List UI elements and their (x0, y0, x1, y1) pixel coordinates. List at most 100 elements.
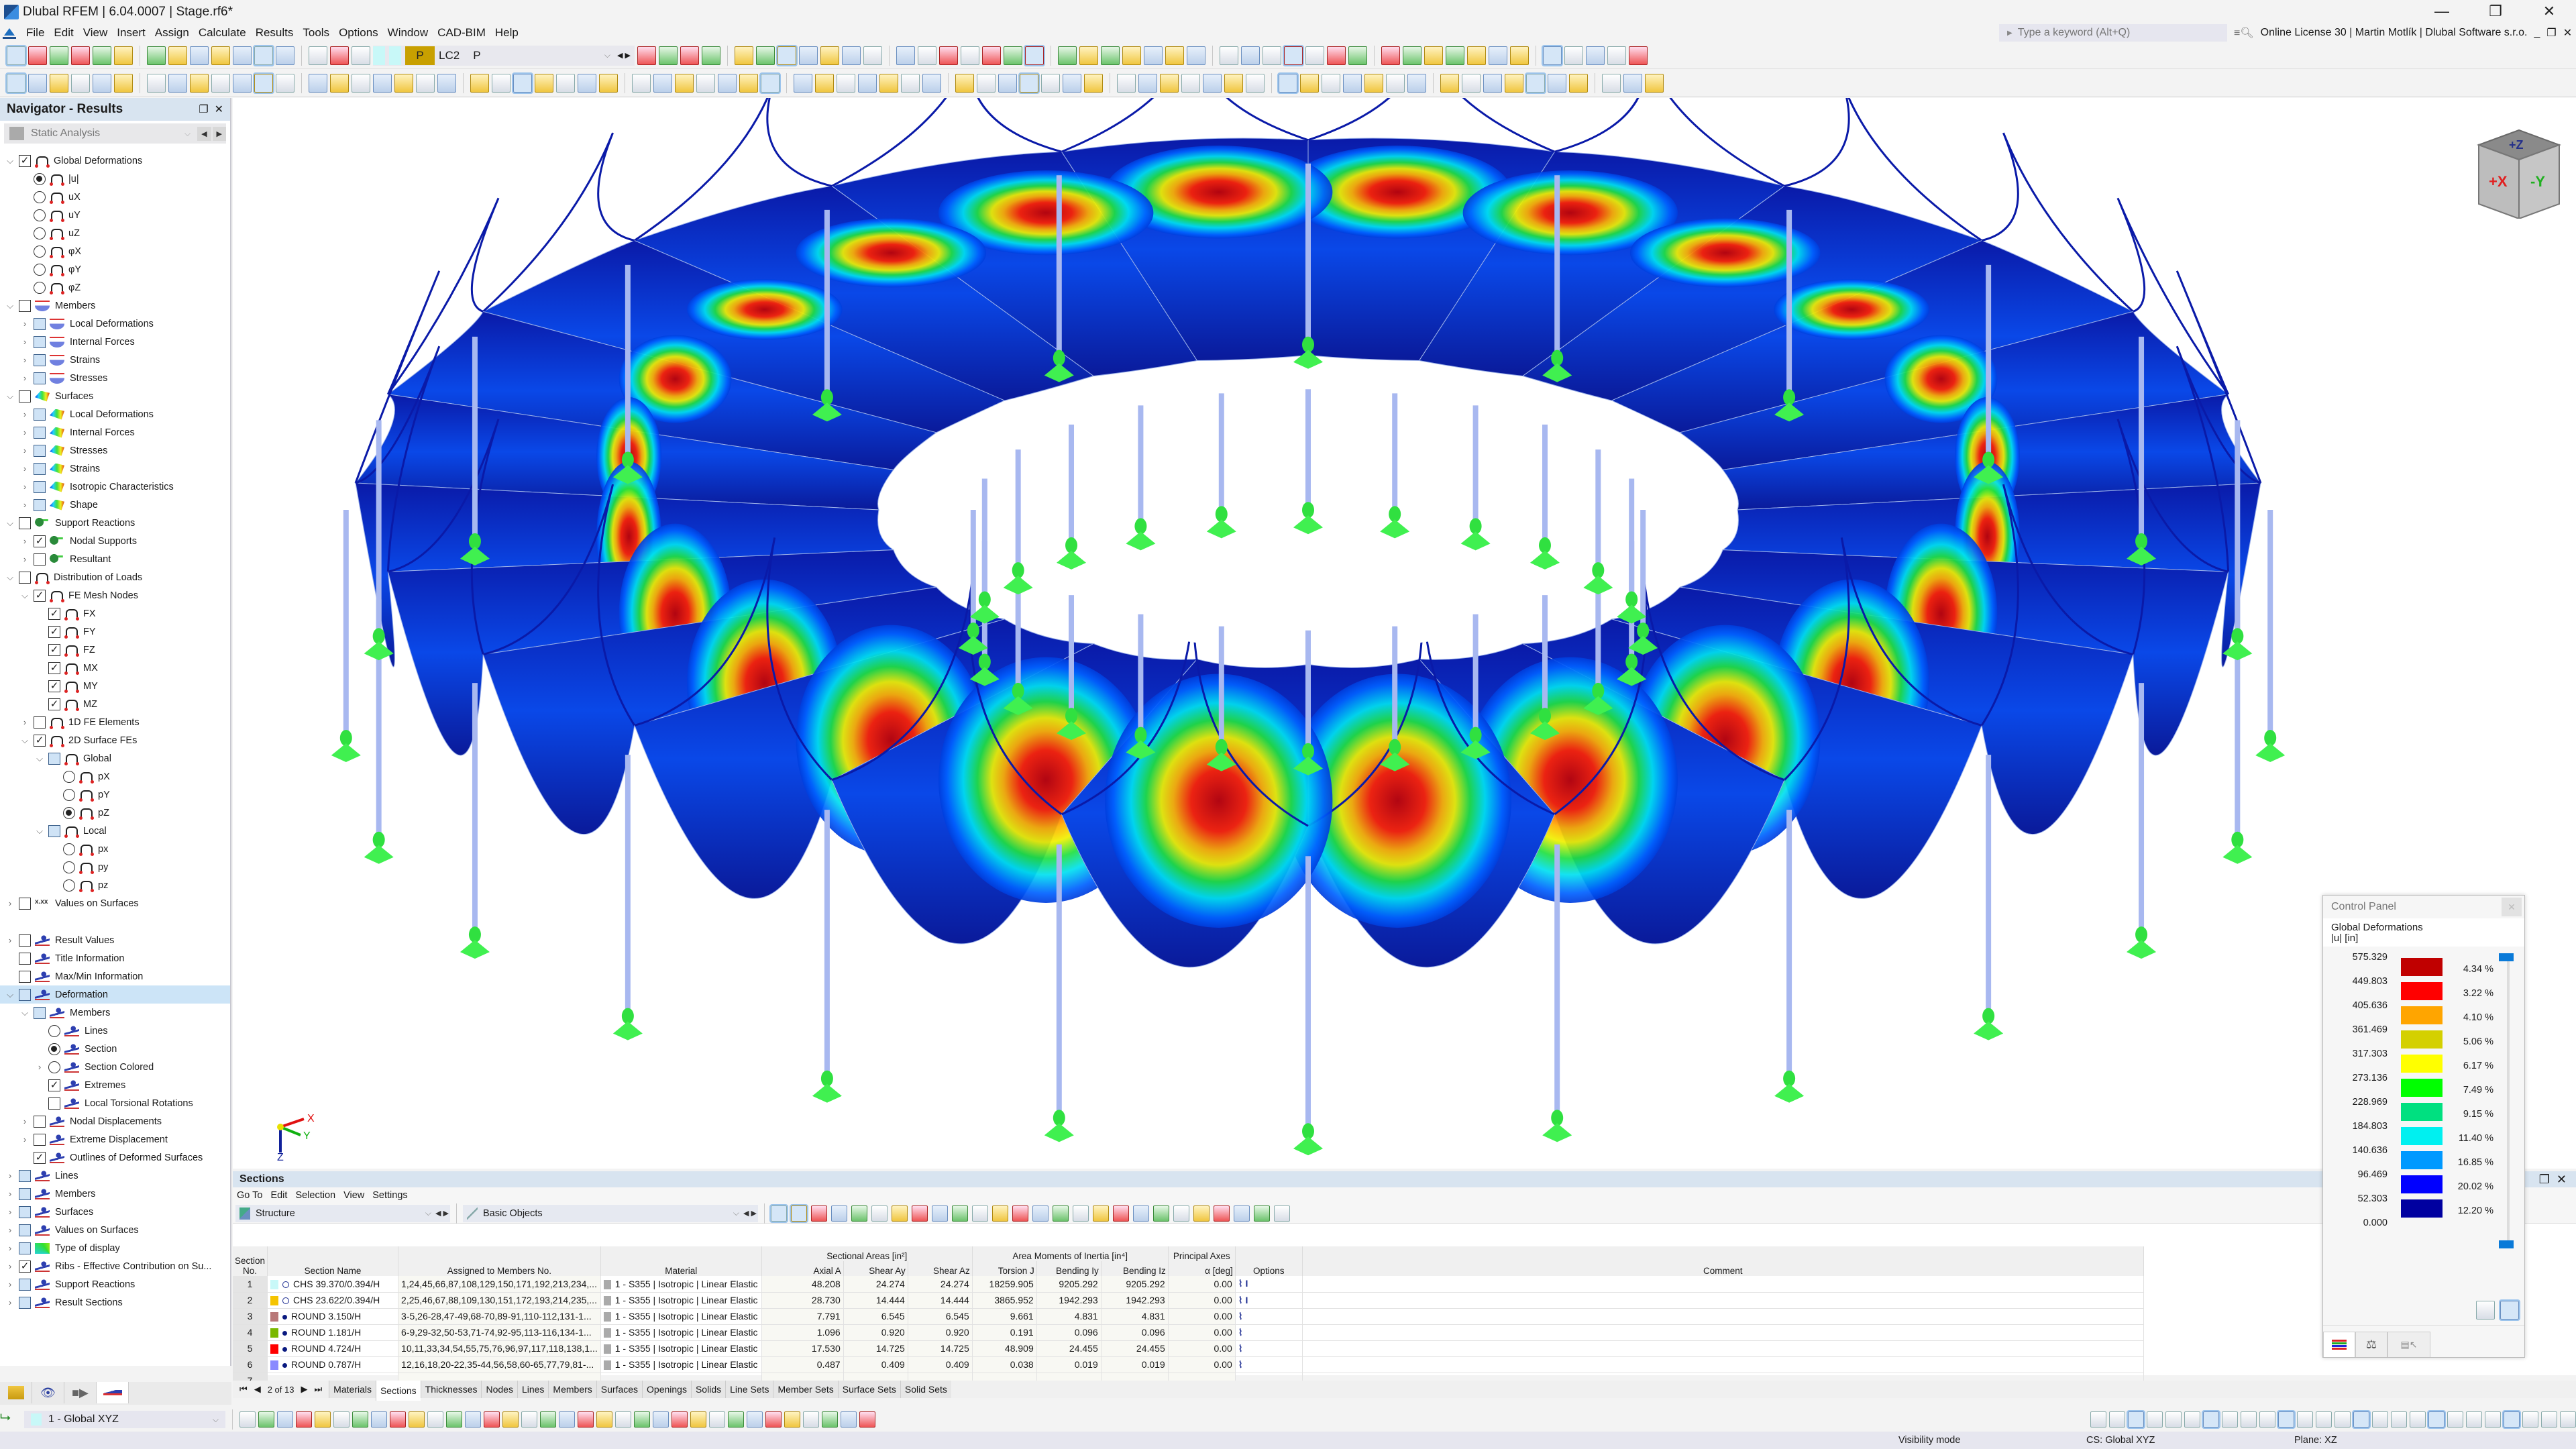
tree-item-lines[interactable]: Lines (0, 1022, 230, 1040)
toolbar-button-icon[interactable] (28, 46, 47, 65)
toolbar-button-icon[interactable] (1322, 73, 1340, 93)
tree-item-section-colored[interactable]: › Section Colored (0, 1058, 230, 1076)
cs-status[interactable]: CS: Global XYZ (2086, 1435, 2155, 1446)
tree-item-my[interactable]: ✓ MY (0, 677, 230, 695)
prev-analysis-button[interactable]: ◀ (197, 126, 211, 141)
tree-item-py[interactable]: py (0, 858, 230, 876)
toolbar-button-icon[interactable] (512, 72, 533, 94)
bottom-tool-icon[interactable] (634, 1411, 650, 1428)
checkbox[interactable] (19, 1224, 31, 1236)
sections-menu-settings[interactable]: Settings (368, 1190, 411, 1201)
first-page-button[interactable]: ⏮ (239, 1384, 248, 1395)
chevron-right-icon[interactable]: › (5, 1189, 15, 1199)
table-tool-icon[interactable] (952, 1205, 968, 1222)
table-tool-icon[interactable] (912, 1205, 928, 1222)
col-section-name[interactable]: Section Name (267, 1246, 399, 1276)
toolbar-button-icon[interactable] (1407, 73, 1426, 93)
close-button[interactable]: ✕ (2522, 0, 2576, 24)
table-tool-icon[interactable] (1093, 1205, 1109, 1222)
checkbox[interactable] (19, 1242, 31, 1254)
toolbar-button-icon[interactable] (1623, 73, 1642, 93)
snap-tool-icon[interactable] (2541, 1411, 2557, 1428)
snap-tool-icon[interactable] (2297, 1411, 2313, 1428)
3d-viewport[interactable]: X Y Z +Z +X -Y (233, 98, 2576, 1169)
cell-material[interactable]: 1 - S355 | Isotropic | Linear Elastic (600, 1276, 762, 1293)
radio-button[interactable] (34, 281, 46, 294)
bottom-tool-icon[interactable] (315, 1411, 331, 1428)
tree-item-members[interactable]: › Members (0, 1185, 230, 1203)
toolbar-button-icon[interactable] (114, 73, 133, 93)
toolbar-button-icon[interactable] (1063, 73, 1081, 93)
table-tool-icon[interactable] (1214, 1205, 1230, 1222)
checkbox[interactable] (34, 444, 46, 457)
col-comment[interactable]: Comment (1302, 1246, 2144, 1276)
cell-assigned-members[interactable]: 6-9,29-32,50-53,71-74,92-95,113-116,134-… (398, 1324, 601, 1341)
cell-options-icons[interactable]: ⌇ (1235, 1356, 1303, 1373)
table-row[interactable]: 1 CHS 39.370/0.394/H 1,24,45,66,87,108,129… (233, 1276, 2144, 1293)
tree-item-global[interactable]: ⌵ Global (0, 749, 230, 767)
toolbar-button-icon[interactable] (842, 46, 861, 65)
toolbar-button-icon[interactable] (1138, 73, 1157, 93)
checkbox[interactable] (34, 716, 46, 729)
last-page-button[interactable]: ⏭ (314, 1384, 322, 1395)
bottom-tool-icon[interactable] (390, 1411, 406, 1428)
toolbar-button-icon[interactable] (147, 73, 166, 93)
toolbar-button-icon[interactable] (114, 46, 133, 65)
filter1-nav-buttons[interactable]: ◀ ▶ (435, 1209, 449, 1218)
toolbar-button-icon[interactable] (858, 73, 877, 93)
toolbar-button-icon[interactable] (1525, 72, 1546, 94)
tab-openings[interactable]: Openings (642, 1381, 691, 1398)
bottom-tool-icon[interactable] (784, 1411, 800, 1428)
bottom-tool-icon[interactable] (672, 1411, 688, 1428)
checkbox[interactable]: ✓ (48, 680, 60, 692)
tree-item-mx[interactable]: ✓ MX (0, 659, 230, 677)
toolbar-button-icon[interactable] (93, 73, 111, 93)
col-axial-a[interactable]: Axial A (761, 1261, 844, 1276)
tree-item-extreme-displacement[interactable]: › Extreme Displacement (0, 1130, 230, 1148)
cell-section-name[interactable]: CHS 39.370/0.394/H (267, 1276, 399, 1293)
visibility-mode-status[interactable]: Visibility mode (1898, 1435, 1960, 1446)
bottom-tool-icon[interactable] (709, 1411, 725, 1428)
legend-max-handle[interactable] (2499, 953, 2514, 961)
chevron-down-icon[interactable]: ⌵ (35, 753, 44, 764)
toolbar-button-icon[interactable] (1327, 46, 1346, 65)
bottom-tool-icon[interactable] (277, 1411, 293, 1428)
bottom-tool-icon[interactable] (841, 1411, 857, 1428)
tree-item-values-on-surfaces[interactable]: › Values on Surfaces (0, 1221, 230, 1239)
chevron-right-icon[interactable]: › (20, 427, 30, 437)
checkbox[interactable] (34, 498, 46, 511)
chevron-down-icon[interactable]: ⌵ (20, 590, 30, 601)
cell-options-icons[interactable]: ⌇ (1235, 1308, 1303, 1325)
sections-menu-go-to[interactable]: Go To (233, 1190, 266, 1201)
toolbar-button-icon[interactable] (71, 73, 90, 93)
tab-lines[interactable]: Lines (517, 1381, 549, 1398)
radio-button[interactable] (34, 172, 46, 185)
tree-item-px[interactable]: pX (0, 767, 230, 786)
bottom-tool-icon[interactable] (427, 1411, 443, 1428)
cell-comment[interactable] (1302, 1324, 2144, 1341)
toolbar-button-icon[interactable] (470, 73, 489, 93)
tree-item-2d-surface-fes[interactable]: ⌵ ✓ 2D Surface FEs (0, 731, 230, 749)
tree-item-1d-fe-elements[interactable]: › 1D FE Elements (0, 713, 230, 731)
tree-item-internal-forces[interactable]: › Internal Forces (0, 333, 230, 351)
tree-item-strains[interactable]: › Strains (0, 460, 230, 478)
table-tool-icon[interactable] (1032, 1205, 1049, 1222)
checkbox[interactable] (19, 390, 31, 402)
snap-tool-icon[interactable] (2202, 1410, 2220, 1429)
snap-tool-icon[interactable] (2147, 1411, 2163, 1428)
chevron-down-icon[interactable]: ⌵ (5, 989, 15, 1000)
toolbar-button-icon[interactable] (1220, 46, 1238, 65)
radio-button[interactable] (34, 227, 46, 239)
table-row[interactable]: 4 ROUND 1.181/H 6-9,29-32,50-53,71-74,92-9… (233, 1324, 2144, 1341)
bottom-tool-icon[interactable] (559, 1411, 575, 1428)
radio-button[interactable] (34, 245, 46, 258)
bottom-tool-icon[interactable] (296, 1411, 312, 1428)
table-tool-icon[interactable] (811, 1205, 827, 1222)
toolbar-button-icon[interactable] (276, 46, 294, 65)
toolbar-button-icon[interactable] (309, 73, 327, 93)
toolbar-button-icon[interactable] (352, 46, 370, 65)
tab-nodes[interactable]: Nodes (481, 1381, 517, 1398)
table-tool-icon[interactable] (1053, 1205, 1069, 1222)
toolbar-button-icon[interactable] (1165, 46, 1184, 65)
tree-item-fe-mesh-nodes[interactable]: ⌵ ✓ FE Mesh Nodes (0, 586, 230, 604)
